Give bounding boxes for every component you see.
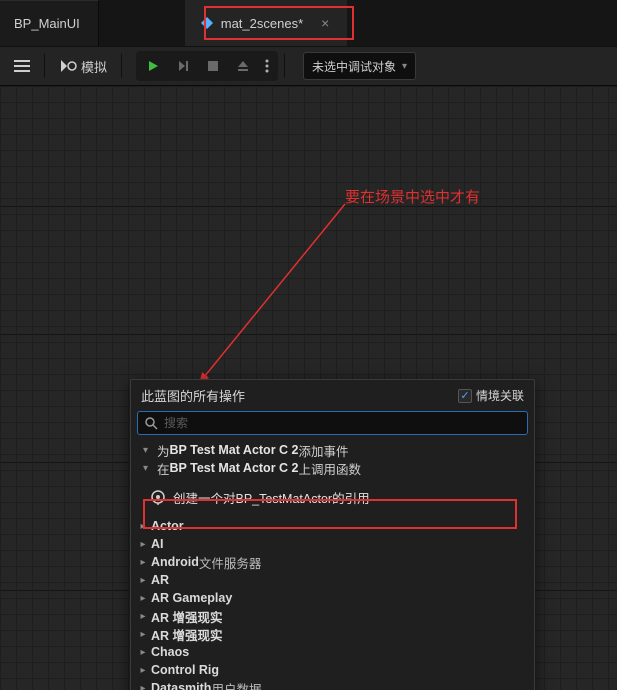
expander-collapsed-icon: ▸: [137, 539, 149, 550]
expander-collapsed-icon: ▸: [137, 647, 149, 658]
simulate-icon: [59, 58, 77, 74]
category-name: Control Rig: [151, 663, 219, 677]
expander-collapsed-icon: ▸: [137, 557, 149, 568]
add-event-actor: BP Test Mat Actor C 2: [170, 443, 299, 457]
context-sensitive-checkbox[interactable]: ✓ 情境关联: [458, 387, 524, 404]
call-func-prefix: 在: [157, 459, 170, 478]
debug-object-label: 未选中调试对象: [312, 58, 396, 75]
expander-collapsed-icon: ▸: [137, 683, 149, 690]
expander-icon: ▾: [143, 463, 153, 474]
level-icon: [199, 15, 215, 31]
category-suffix: 文件服务器: [199, 553, 262, 572]
category-name: Android: [151, 555, 199, 569]
toolbar: 模拟 未选中调试对象 ▾: [0, 46, 617, 86]
category-row[interactable]: ▸Control Rig: [131, 661, 534, 679]
search-input[interactable]: [164, 416, 521, 430]
action-menu-body: ▾ 为 BP Test Mat Actor C 2 添加事件 ▾ 在 BP Te…: [131, 439, 534, 690]
checkbox-checked-icon: ✓: [458, 389, 472, 403]
category-row[interactable]: ▸Android文件服务器: [131, 553, 534, 571]
simulate-button[interactable]: 模拟: [53, 52, 113, 80]
call-function-category[interactable]: ▾ 在 BP Test Mat Actor C 2 上调用函数: [131, 459, 534, 477]
action-menu-header: 此蓝图的所有操作 ✓ 情境关联: [131, 380, 534, 409]
category-name: AR: [151, 573, 169, 587]
category-row[interactable]: ▸Actor: [131, 517, 534, 535]
actor-ref-icon: [149, 488, 167, 506]
stop-icon: [207, 60, 219, 72]
blueprint-action-menu: 此蓝图的所有操作 ✓ 情境关联 ▾ 为 BP Test Mat Actor C …: [130, 379, 535, 690]
expander-collapsed-icon: ▸: [137, 521, 149, 532]
expander-collapsed-icon: ▸: [137, 665, 149, 676]
category-name: AR Gameplay: [151, 591, 232, 605]
tab-mat-2scenes[interactable]: mat_2scenes* ×: [185, 0, 348, 46]
create-reference-action[interactable]: 创建一个对BP_TestMatActor的引用: [131, 477, 534, 517]
action-menu-title: 此蓝图的所有操作: [141, 386, 245, 405]
category-row[interactable]: ▸AR 增强现实: [131, 625, 534, 643]
category-row[interactable]: ▸AR 增强现实: [131, 607, 534, 625]
play-button[interactable]: [138, 53, 168, 79]
expander-collapsed-icon: ▸: [137, 611, 149, 622]
category-name: Actor: [151, 519, 184, 533]
category-name: AR 增强现实: [151, 607, 223, 626]
close-icon[interactable]: ×: [321, 15, 329, 31]
category-name: Chaos: [151, 645, 189, 659]
category-name: Datasmith: [151, 681, 211, 690]
step-button[interactable]: [168, 53, 198, 79]
stop-button[interactable]: [198, 53, 228, 79]
call-func-suffix: 上调用函数: [298, 459, 361, 478]
add-event-category[interactable]: ▾ 为 BP Test Mat Actor C 2 添加事件: [131, 441, 534, 459]
play-options-button[interactable]: [258, 53, 276, 79]
separator: [44, 54, 45, 78]
call-func-actor: BP Test Mat Actor C 2: [170, 461, 299, 475]
expander-collapsed-icon: ▸: [137, 593, 149, 604]
category-name: AI: [151, 537, 164, 551]
add-event-suffix: 添加事件: [298, 441, 348, 460]
separator: [121, 54, 122, 78]
add-event-prefix: 为: [157, 441, 170, 460]
simulate-label: 模拟: [81, 57, 107, 76]
create-reference-label: 创建一个对BP_TestMatActor的引用: [173, 488, 370, 507]
step-icon: [176, 59, 190, 73]
blueprint-graph-canvas[interactable]: 要在场景中选中才有 此蓝图的所有操作 ✓ 情境关联 ▾: [0, 86, 617, 690]
expander-icon: ▾: [143, 445, 153, 456]
separator: [284, 54, 285, 78]
category-row[interactable]: ▸AI: [131, 535, 534, 553]
category-row[interactable]: ▸Chaos: [131, 643, 534, 661]
tab-bar: BP_MainUI mat_2scenes* ×: [0, 0, 617, 46]
eject-button[interactable]: [228, 53, 258, 79]
expander-collapsed-icon: ▸: [137, 629, 149, 640]
play-controls: [136, 51, 278, 81]
expander-collapsed-icon: ▸: [137, 575, 149, 586]
category-row[interactable]: ▸AR Gameplay: [131, 589, 534, 607]
annotation-text: 要在场景中选中才有: [345, 186, 480, 207]
context-sensitive-label: 情境关联: [476, 387, 524, 404]
toolbar-menu-icon[interactable]: [8, 52, 36, 80]
tab-label: mat_2scenes*: [221, 16, 303, 31]
chevron-down-icon: ▾: [402, 61, 407, 72]
search-icon: [144, 416, 158, 430]
category-name: AR 增强现实: [151, 625, 223, 644]
debug-object-dropdown[interactable]: 未选中调试对象 ▾: [303, 52, 416, 80]
tab-label: BP_MainUI: [14, 16, 80, 31]
category-suffix: 用户数据: [211, 679, 261, 690]
action-menu-search[interactable]: [137, 411, 528, 435]
play-icon: [146, 59, 160, 73]
category-row[interactable]: ▸Datasmith用户数据: [131, 679, 534, 690]
eject-icon: [236, 59, 250, 73]
tab-bp-mainui[interactable]: BP_MainUI: [0, 0, 99, 46]
category-row[interactable]: ▸AR: [131, 571, 534, 589]
kebab-icon: [265, 59, 269, 73]
